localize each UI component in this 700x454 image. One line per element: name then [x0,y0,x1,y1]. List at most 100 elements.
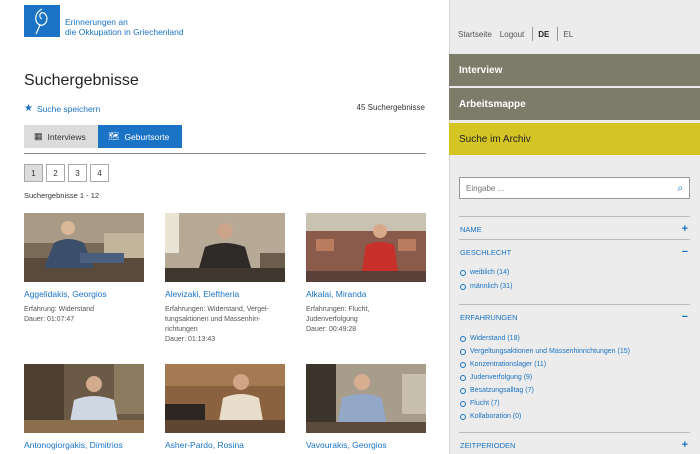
plus-icon: + [681,223,688,235]
facet-experiences-header[interactable]: ERFAHRUNGEN − [460,311,688,323]
interview-thumbnail[interactable] [306,213,426,282]
result-card[interactable]: Antonogiorgakis, Dimitrios [24,364,144,450]
menu-archive-search[interactable]: Suche im Archiv [449,123,700,155]
page-4-button[interactable]: 4 [90,164,109,182]
card-meta-line: Dauer: 01:13:43 [165,336,216,343]
logo-line-1: Erinnerungen an [65,17,128,27]
facet-periods-header[interactable]: ZEITPERIODEN + [460,439,688,451]
card-name[interactable]: Antonogiorgakis, Dimitrios [24,440,144,450]
facet-option-label: Besatzungsalltag (7) [470,387,534,394]
card-name[interactable]: Alkalai, Miranda [306,289,426,299]
card-name[interactable]: Asher-Pardo, Rosina [165,440,285,450]
facet-name-header[interactable]: NAME + [460,223,688,235]
lang-de-link[interactable]: DE [538,30,549,39]
result-card[interactable]: Alkalai, Miranda Erfahrungen: Flucht, Ju… [306,213,426,335]
interview-thumbnail[interactable] [165,213,285,282]
facet-option-label: Kollaboration (0) [470,413,522,420]
interview-thumbnail[interactable] [24,364,144,433]
facet-gender-label: GESCHLECHT [460,247,512,257]
facet-option[interactable]: Kollaboration (0) [460,413,521,420]
search-icon[interactable]: ⌕ [677,183,683,194]
result-card[interactable]: Asher-Pardo, Rosina [165,364,285,450]
divider [24,153,426,154]
menu-interview[interactable]: Interview [449,54,700,86]
radio-icon [460,374,466,381]
nav-separator [532,27,534,41]
facet-option-label: Vergeltungsaktionen und Massenhinrichtun… [470,348,630,355]
archive-search-input[interactable] [466,183,656,193]
radio-icon [460,387,466,394]
page-title: Suchergebnisse [24,72,139,89]
radio-icon [460,400,466,407]
card-name[interactable]: Vavourakis, Georgios [306,440,426,450]
interview-thumbnail[interactable] [24,213,144,282]
radio-icon [460,348,466,355]
card-meta: Erfahrungen: Widerstand, Vergel- tungsak… [165,305,285,345]
home-link[interactable]: Startseite [458,30,492,39]
facet-option[interactable]: Flucht (7) [460,400,500,407]
minus-icon: − [681,246,688,258]
logout-link[interactable]: Logout [500,30,524,39]
lang-el-link[interactable]: EL [563,30,573,39]
card-meta: Erfahrungen: Flucht, Judenverfolgung Dau… [306,305,426,335]
facet-option[interactable]: Besatzungsalltag (7) [460,387,534,394]
result-card[interactable]: Aggelidakis, Georgios Erfahrung: Widerst… [24,213,144,325]
site-logo[interactable]: Erinnerungen an die Okkupation in Griech… [24,5,184,37]
facet-divider [459,216,690,217]
facet-option[interactable]: männlich (31) [460,283,512,290]
view-tabs: ▦ Interviews 🗺 Geburtsorte [24,125,182,148]
top-nav: Startseite Logout DE EL [458,27,581,41]
card-meta-line: Dauer: 00:49:28 [306,326,357,333]
archive-search-box: ⌕ [459,177,690,199]
main-content: Erinnerungen an die Okkupation in Griech… [0,0,449,454]
facet-divider [459,304,690,305]
facet-gender-header[interactable]: GESCHLECHT − [460,246,688,258]
facet-option-label: männlich (31) [470,283,513,290]
map-icon: 🗺 [108,131,120,141]
facet-option[interactable]: Vergeltungsaktionen und Massenhinrichtun… [460,348,630,355]
card-meta-line: Erfahrungen: Flucht, [306,306,370,313]
facet-option-label: Judenverfolgung (9) [470,374,533,381]
save-search-label: Suche speichern [36,103,101,114]
card-name[interactable]: Alevizaki, Eleftheria [165,289,285,299]
grid-icon: ▦ [34,131,43,141]
facet-option[interactable]: weiblich (14) [460,269,509,276]
result-card[interactable]: Alevizaki, Eleftheria Erfahrungen: Wider… [165,213,285,345]
facet-option[interactable]: Judenverfolgung (9) [460,374,532,381]
radio-icon [460,269,466,276]
plus-icon: + [681,439,688,451]
facet-option-label: Flucht (7) [470,400,500,407]
radio-icon [460,413,466,420]
card-meta: Erfahrung: Widerstand Dauer: 01:07:47 [24,305,144,325]
facet-option[interactable]: Konzentrationslager (11) [460,361,546,368]
facet-periods-label: ZEITPERIODEN [460,440,516,450]
menu-workbook[interactable]: Arbeitsmappe [449,88,700,120]
radio-icon [460,335,466,342]
card-meta-line: tungsaktionen und Massenhin- [165,316,261,323]
result-range: Suchergebnisse 1 - 12 [24,191,100,200]
nav-separator [557,27,559,41]
result-count: 45 Suchergebnisse [356,103,426,112]
card-meta-line: Erfahrung: Widerstand [24,306,95,313]
facet-option-label: weiblich (14) [470,269,510,276]
result-card[interactable]: Vavourakis, Georgios [306,364,426,450]
page-1-button[interactable]: 1 [24,164,43,182]
interview-thumbnail[interactable] [165,364,285,433]
pagination: 1 2 3 4 [24,164,112,182]
logo-mark [24,5,60,37]
card-meta-line: Judenverfolgung [306,316,358,323]
page-3-button[interactable]: 3 [68,164,87,182]
card-name[interactable]: Aggelidakis, Georgios [24,289,144,299]
logo-text: Erinnerungen an die Okkupation in Griech… [65,17,184,37]
tab-interviews-label: Interviews [47,131,86,142]
logo-line-2: die Okkupation in Griechenland [65,27,184,37]
card-meta-line: Erfahrungen: Widerstand, Vergel- [165,306,269,313]
page-2-button[interactable]: 2 [46,164,65,182]
facet-option[interactable]: Widerstand (18) [460,335,520,342]
radio-icon [460,283,466,290]
interview-thumbnail[interactable] [306,364,426,433]
tab-geburtsorte[interactable]: 🗺 Geburtsorte [98,125,182,148]
card-meta-line: richtungen [165,326,198,333]
save-search-link[interactable]: ★ Suche speichern [24,103,100,114]
tab-interviews[interactable]: ▦ Interviews [24,125,98,148]
